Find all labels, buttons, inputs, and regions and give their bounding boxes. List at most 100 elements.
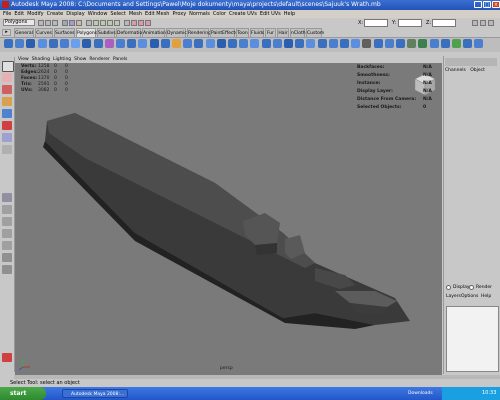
select-tool-icon[interactable]: [2, 61, 14, 72]
shelf-tab[interactable]: nCloth: [290, 28, 306, 37]
select-object-icon[interactable]: [69, 20, 75, 26]
menu-item[interactable]: Normals: [189, 10, 210, 18]
perspective-viewport[interactable]: Verts: 1258 0 0 Edges: 2624 0 0 Faces: 1370 0 0 Tris…: [15, 63, 442, 375]
menu-item[interactable]: Modify: [27, 10, 44, 18]
shelf-tool-icon[interactable]: [116, 39, 125, 48]
shelf-tool-icon[interactable]: [93, 39, 103, 48]
shelf-tool-icon[interactable]: [60, 39, 69, 48]
new-scene-icon[interactable]: [38, 20, 44, 26]
shelf-tab[interactable]: Fur: [265, 28, 276, 37]
shelf-tool-icon[interactable]: [183, 39, 193, 48]
shelf-tab[interactable]: Surfaces: [54, 28, 75, 37]
shelf-tool-icon[interactable]: [71, 39, 81, 48]
shelf-tool-icon[interactable]: [172, 39, 181, 48]
shelf-menu-icon[interactable]: ▸: [2, 29, 11, 36]
close-button[interactable]: ×: [492, 1, 500, 8]
single-perspective-layout-icon[interactable]: [2, 193, 12, 202]
menu-item[interactable]: Mesh: [129, 10, 142, 18]
y-field[interactable]: [398, 19, 422, 27]
shelf-tool-icon[interactable]: [138, 39, 148, 48]
select-hierarchy-icon[interactable]: [62, 20, 68, 26]
shelf-tool-icon[interactable]: [272, 39, 282, 48]
shelf-tool-icon[interactable]: [228, 39, 237, 48]
shelf-tool-icon[interactable]: [15, 39, 25, 48]
shelf-tool-icon[interactable]: [373, 39, 383, 48]
shelf-tool-icon[interactable]: [26, 39, 36, 48]
snap-grid-icon[interactable]: [93, 20, 99, 26]
shelf-tab[interactable]: Subdivs: [97, 28, 116, 37]
viewport-menu-item[interactable]: View: [18, 56, 29, 63]
shelf-tool-icon[interactable]: [429, 39, 439, 48]
viewport-menu-item[interactable]: Shading: [32, 56, 50, 63]
viewport-menu-item[interactable]: Lighting: [53, 56, 71, 63]
scale-tool-icon[interactable]: [2, 121, 12, 130]
menu-item[interactable]: Edit UVs: [260, 10, 281, 18]
shelf-tool-icon[interactable]: [295, 39, 305, 48]
menu-item[interactable]: Create UVs: [229, 10, 257, 18]
shelf-tab[interactable]: Rendering: [187, 28, 211, 37]
layer-list[interactable]: [446, 306, 499, 372]
menu-item[interactable]: Window: [88, 10, 108, 18]
render-icon[interactable]: [131, 20, 137, 26]
shelf-tool-icon[interactable]: [261, 39, 271, 48]
shelf-tool-icon[interactable]: [216, 39, 226, 48]
render-view-icon[interactable]: [2, 353, 12, 362]
paint-select-tool-icon[interactable]: [2, 85, 12, 94]
help-menu[interactable]: Help: [481, 294, 491, 299]
shelf-tool-icon[interactable]: [340, 39, 349, 48]
shelf-tab[interactable]: Animation: [142, 28, 166, 37]
shelf-tool-icon[interactable]: [127, 39, 137, 48]
shelf-tool-icon[interactable]: [205, 39, 215, 48]
snap-point-icon[interactable]: [107, 20, 113, 26]
shelf-tab[interactable]: Fluids: [250, 28, 264, 37]
menu-item[interactable]: Edit Mesh: [145, 10, 169, 18]
channels-tab[interactable]: Channels: [445, 68, 466, 73]
menu-item[interactable]: Create: [47, 10, 64, 18]
shelf-tool-icon[interactable]: [418, 39, 428, 48]
channel-box-toggle-icon[interactable]: [472, 20, 478, 26]
attribute-editor-toggle-icon[interactable]: [480, 20, 486, 26]
history-icon[interactable]: [124, 20, 130, 26]
tool-settings-toggle-icon[interactable]: [488, 20, 494, 26]
shelf-tab[interactable]: Curves: [35, 28, 53, 37]
shelf-tool-icon[interactable]: [194, 39, 204, 48]
render-radio[interactable]: [469, 285, 474, 290]
shelf-tab[interactable]: PaintEffects: [210, 28, 237, 37]
shelf-tool-icon[interactable]: [474, 39, 484, 48]
menu-item[interactable]: Color: [213, 10, 226, 18]
z-field[interactable]: [432, 19, 456, 27]
shelf-tool-icon[interactable]: [351, 39, 361, 48]
shelf-tool-icon[interactable]: [452, 39, 461, 48]
shelf-tool-icon[interactable]: [239, 39, 249, 48]
layers-menu[interactable]: Layers: [446, 294, 461, 299]
viewport-menu-item[interactable]: Panels: [113, 56, 127, 63]
menu-item[interactable]: Display: [66, 10, 84, 18]
hypershade-layout-icon[interactable]: [2, 241, 12, 250]
lasso-tool-icon[interactable]: [2, 73, 12, 82]
shelf-tab[interactable]: Toon: [236, 28, 249, 37]
snap-plane-icon[interactable]: [114, 20, 120, 26]
menu-item[interactable]: Proxy: [172, 10, 186, 18]
shelf-tool-icon[interactable]: [407, 39, 417, 48]
last-tool-icon[interactable]: [2, 145, 12, 154]
shelf-tool-icon[interactable]: [362, 39, 372, 48]
x-field[interactable]: [364, 19, 388, 27]
shelf-tool-icon[interactable]: [317, 39, 327, 48]
shelf-tab[interactable]: Dynamics: [166, 28, 189, 37]
shelf-tab[interactable]: Polygons: [76, 28, 97, 37]
maximize-button[interactable]: □: [483, 1, 491, 8]
render-settings-icon[interactable]: [145, 20, 151, 26]
ipr-render-icon[interactable]: [138, 20, 144, 26]
minimize-button[interactable]: _: [474, 1, 482, 8]
shelf-tool-icon[interactable]: [4, 39, 13, 48]
select-component-icon[interactable]: [76, 20, 82, 26]
display-radio[interactable]: [446, 285, 451, 290]
menu-mode-select[interactable]: Polygons: [3, 19, 35, 26]
outliner-layout-icon[interactable]: [2, 253, 12, 262]
menu-item[interactable]: Help: [284, 10, 295, 18]
shelf-tab[interactable]: General: [14, 28, 34, 37]
mothership-model[interactable]: [43, 113, 410, 329]
shelf-tool-icon[interactable]: [48, 39, 58, 48]
shelf-tool-icon[interactable]: [440, 39, 450, 48]
persp-outliner-layout-icon[interactable]: [2, 217, 12, 226]
